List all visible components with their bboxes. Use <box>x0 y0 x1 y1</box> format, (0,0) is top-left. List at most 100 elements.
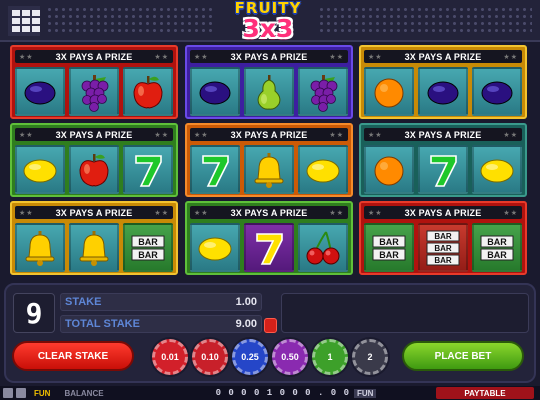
bell-icon <box>19 227 61 269</box>
seven-icon <box>127 149 169 191</box>
stake-count: 9 <box>13 293 55 333</box>
lemon-icon <box>194 227 236 269</box>
bell-icon <box>248 149 290 191</box>
game-panel[interactable]: ★★ 3X PAYS A PRIZE ★★ <box>10 123 178 197</box>
reel-cell <box>364 145 414 194</box>
panel-header: ★★ 3X PAYS A PRIZE ★★ <box>190 206 348 219</box>
place-bet-button[interactable]: PLACE BET <box>402 341 524 371</box>
game-panel[interactable]: ★★ 3X PAYS A PRIZE ★★ <box>10 45 178 119</box>
logo-subtitle: 3x3 <box>242 14 294 43</box>
game-panel[interactable]: ★★ 3X PAYS A PRIZE ★★ <box>185 45 353 119</box>
panel-title: 3X PAYS A PRIZE <box>55 51 133 62</box>
pear-icon <box>248 71 290 113</box>
reel-cell <box>472 145 522 194</box>
reel-cell <box>15 67 65 116</box>
paytable-button[interactable]: PAYTABLE <box>436 387 534 399</box>
reel-cell <box>418 67 468 116</box>
game-panel[interactable]: ★★ 3X PAYS A PRIZE ★★ <box>10 201 178 275</box>
total-stake-label: TOTAL STAKE <box>65 318 140 330</box>
star-right-icon: ★★ <box>329 131 344 139</box>
orange-icon <box>368 149 410 191</box>
reel-cell <box>364 223 414 272</box>
total-stake-row: TOTAL STAKE 9.00 <box>60 315 262 333</box>
game-logo: FRUITY 3x3 <box>222 1 314 43</box>
panel-title: 3X PAYS A PRIZE <box>55 207 133 218</box>
top-bar: FRUITY 3x3 <box>0 0 540 42</box>
plum-icon <box>19 71 61 113</box>
reel-cell <box>364 67 414 116</box>
panel-header: ★★ 3X PAYS A PRIZE ★★ <box>364 128 522 141</box>
stake-value: 1.00 <box>235 296 257 308</box>
panel-header: ★★ 3X PAYS A PRIZE ★★ <box>15 128 173 141</box>
mode-label: FUN <box>34 388 51 398</box>
stake-indicator-button[interactable] <box>264 318 277 333</box>
chip-0-50[interactable]: 0.50 <box>272 339 308 375</box>
bell-icon <box>73 227 115 269</box>
star-left-icon: ★★ <box>194 131 209 139</box>
info-display <box>281 293 529 333</box>
game-panel[interactable]: ★★ 3X PAYS A PRIZE ★★ <box>185 201 353 275</box>
chip-0-01[interactable]: 0.01 <box>152 339 188 375</box>
star-right-icon: ★★ <box>503 209 518 217</box>
panel-header: ★★ 3X PAYS A PRIZE ★★ <box>364 50 522 63</box>
panel-header: ★★ 3X PAYS A PRIZE ★★ <box>190 50 348 63</box>
star-right-icon: ★★ <box>329 53 344 61</box>
lemon-icon <box>19 149 61 191</box>
apple-icon <box>127 71 169 113</box>
reel-cell <box>123 223 173 272</box>
dot-matrix-right <box>318 6 532 36</box>
panel-title: 3X PAYS A PRIZE <box>230 51 308 62</box>
reel-cell <box>190 67 240 116</box>
chip-0-25[interactable]: 0.25 <box>232 339 268 375</box>
panel-header: ★★ 3X PAYS A PRIZE ★★ <box>190 128 348 141</box>
lemon-icon <box>302 149 344 191</box>
panel-title: 3X PAYS A PRIZE <box>404 129 482 140</box>
dot-matrix-left <box>46 6 216 36</box>
plum-icon <box>422 71 464 113</box>
reel-cell <box>298 223 348 272</box>
reel-cell <box>190 223 240 272</box>
game-panel[interactable]: ★★ 3X PAYS A PRIZE ★★ <box>185 123 353 197</box>
balance-value: 0 0 0 0 1 0 0 0 . 0 0 <box>215 388 350 398</box>
chip-1[interactable]: 1 <box>312 339 348 375</box>
stake-label: STAKE <box>65 296 102 308</box>
reel-cell <box>244 145 294 194</box>
clear-stake-button[interactable]: CLEAR STAKE <box>12 341 134 371</box>
reel-cell <box>15 223 65 272</box>
seven-icon <box>422 149 464 191</box>
panel-header: ★★ 3X PAYS A PRIZE ★★ <box>364 206 522 219</box>
panel-title: 3X PAYS A PRIZE <box>404 51 482 62</box>
game-panel[interactable]: ★★ 3X PAYS A PRIZE ★★ <box>359 45 527 119</box>
orange-icon <box>368 71 410 113</box>
panel-header: ★★ 3X PAYS A PRIZE ★★ <box>15 206 173 219</box>
reel-cell <box>244 67 294 116</box>
reel-cell <box>69 67 119 116</box>
panel-title: 3X PAYS A PRIZE <box>404 207 482 218</box>
game-window: FRUITY 3x3 ★★ 3X PAYS A PRIZE ★★ ★★ 3X PAYS… <box>0 0 540 400</box>
chip-0-10[interactable]: 0.10 <box>192 339 228 375</box>
plum-icon <box>194 71 236 113</box>
game-panel[interactable]: ★★ 3X PAYS A PRIZE ★★ <box>359 201 527 275</box>
star-left-icon: ★★ <box>194 209 209 217</box>
grapes-icon <box>302 71 344 113</box>
star-right-icon: ★★ <box>154 131 169 139</box>
panel-title: 3X PAYS A PRIZE <box>230 129 308 140</box>
reel-cell <box>244 223 294 272</box>
star-right-icon: ★★ <box>503 53 518 61</box>
star-right-icon: ★★ <box>154 209 169 217</box>
lemon-icon <box>476 149 518 191</box>
sound-icon[interactable] <box>16 388 26 398</box>
reel-cell <box>472 223 522 272</box>
reel-cell <box>69 145 119 194</box>
double-bar-icon <box>368 227 410 269</box>
reel-cell <box>298 67 348 116</box>
reel-cell <box>123 145 173 194</box>
game-panel[interactable]: ★★ 3X PAYS A PRIZE ★★ <box>359 123 527 197</box>
plum-icon <box>476 71 518 113</box>
settings-icon[interactable] <box>3 388 13 398</box>
double-bar-icon <box>476 227 518 269</box>
chip-2[interactable]: 2 <box>352 339 388 375</box>
stake-row: STAKE 1.00 <box>60 293 262 311</box>
star-left-icon: ★★ <box>19 53 34 61</box>
menu-grid-icon[interactable] <box>8 6 40 36</box>
